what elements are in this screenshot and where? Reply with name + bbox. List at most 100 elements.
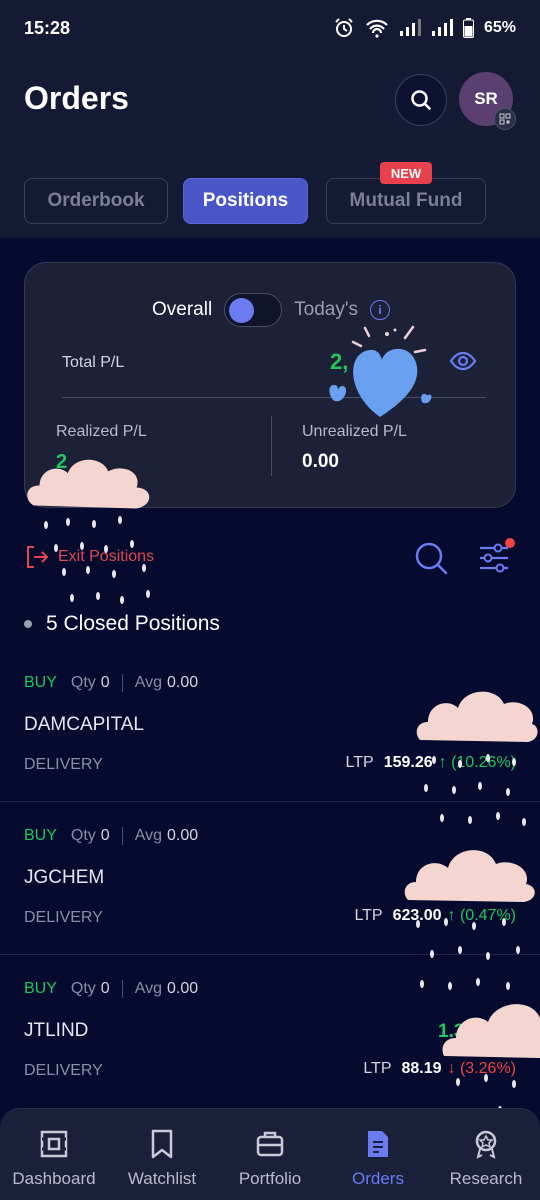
qty-label: Qty bbox=[70, 827, 96, 844]
ltp-change: ↑ (0.47%) bbox=[447, 907, 516, 924]
nav-research[interactable]: Research bbox=[432, 1109, 540, 1200]
tab-positions[interactable]: Positions bbox=[183, 178, 308, 224]
total-pl-label: Total P/L bbox=[62, 354, 125, 371]
search-icon bbox=[411, 90, 431, 110]
position-product: DELIVERY bbox=[24, 909, 103, 926]
exit-positions-button[interactable]: Exit Positions bbox=[24, 544, 154, 570]
avg-value: 0.00 bbox=[166, 980, 199, 997]
position-symbol: DAMCAPITAL bbox=[24, 714, 145, 735]
position-product: DELIVERY bbox=[24, 1062, 103, 1079]
document-icon bbox=[368, 1131, 388, 1157]
award-icon bbox=[475, 1130, 497, 1159]
nav-label: Watchlist bbox=[127, 1169, 197, 1188]
tab-bar: Orderbook Positions Mutual Fund NEW bbox=[24, 162, 516, 224]
avg-label: Avg bbox=[134, 980, 162, 997]
position-row[interactable]: BUY Qty 0 Avg 0.00 JGCHEM DELIVERY LTP 6… bbox=[0, 803, 540, 955]
eye-icon[interactable] bbox=[449, 351, 477, 371]
ltp-label: LTP bbox=[363, 1060, 392, 1077]
nav-orders[interactable]: Orders bbox=[324, 1109, 432, 1200]
unrealized-pl-label: Unrealized P/L bbox=[302, 423, 407, 440]
bullet-dot bbox=[24, 620, 32, 628]
ltp-change: ↓ (3.26%) bbox=[447, 1060, 516, 1077]
page-title: Orders bbox=[24, 80, 129, 116]
toggle-today-label: Today's bbox=[294, 299, 358, 320]
wifi-icon bbox=[366, 19, 388, 38]
avg-label: Avg bbox=[134, 674, 162, 691]
realized-pl-label: Realized P/L bbox=[56, 423, 147, 440]
overall-today-toggle[interactable] bbox=[224, 293, 283, 327]
info-icon[interactable]: i bbox=[370, 300, 390, 320]
position-side: BUY bbox=[24, 674, 57, 691]
nav-portfolio[interactable]: Portfolio bbox=[216, 1109, 324, 1200]
position-symbol: JTLIND bbox=[24, 1020, 89, 1041]
dashboard-icon bbox=[40, 1130, 68, 1158]
meta-separator bbox=[121, 827, 123, 845]
tab-orderbook[interactable]: Orderbook bbox=[24, 178, 168, 224]
total-pl-value: 2, bbox=[330, 349, 349, 374]
ltp-value: 623.00 bbox=[392, 907, 442, 924]
battery-icon bbox=[462, 18, 474, 38]
nav-label: Research bbox=[449, 1169, 523, 1188]
filter-active-dot bbox=[505, 538, 515, 548]
qty-value: 0 bbox=[100, 827, 110, 844]
search-icon[interactable] bbox=[413, 540, 449, 576]
position-side: BUY bbox=[24, 980, 57, 997]
signal-icon bbox=[399, 19, 421, 36]
meta-separator bbox=[121, 980, 123, 998]
avg-value: 0.00 bbox=[166, 674, 199, 691]
pl-summary-card: Overall Today's i Total P/L 2, Realized … bbox=[24, 262, 516, 508]
position-symbol: JGCHEM bbox=[24, 867, 105, 888]
position-product: DELIVERY bbox=[24, 756, 103, 773]
qr-icon bbox=[499, 113, 511, 125]
closed-positions-label: 5 Closed Positions bbox=[46, 612, 220, 635]
search-button[interactable] bbox=[395, 74, 447, 126]
qty-value: 0 bbox=[100, 980, 110, 997]
nav-label: Orders bbox=[352, 1169, 404, 1188]
meta-separator bbox=[121, 674, 123, 692]
new-badge: NEW bbox=[380, 162, 432, 184]
status-bar: 15:28 65% bbox=[0, 0, 540, 56]
closed-positions-header[interactable]: 5 Closed Positions bbox=[24, 612, 220, 636]
nav-watchlist[interactable]: Watchlist bbox=[108, 1109, 216, 1200]
qty-label: Qty bbox=[70, 980, 96, 997]
card-divider bbox=[62, 397, 486, 398]
position-meta: BUY Qty 0 Avg 0.00 bbox=[24, 674, 198, 692]
ltp-value: 88.19 bbox=[401, 1060, 442, 1077]
nav-label: Dashboard bbox=[12, 1169, 96, 1188]
nav-label: Portfolio bbox=[238, 1169, 302, 1188]
position-side: BUY bbox=[24, 827, 57, 844]
briefcase-icon bbox=[256, 1131, 284, 1157]
nav-dashboard[interactable]: Dashboard bbox=[0, 1109, 108, 1200]
status-time: 15:28 bbox=[24, 17, 71, 38]
header: Orders SR Orderbook Positions Mutual Fun… bbox=[0, 56, 540, 238]
realized-pl-value: 2 bbox=[56, 451, 68, 473]
position-ltp: LTP 623.00 ↑ (0.47%) bbox=[354, 907, 516, 925]
ltp-value: 159.26 bbox=[383, 754, 433, 771]
unrealized-pl-value: 0.00 bbox=[302, 451, 339, 472]
position-ltp: LTP 159.26 ↑ (10.26%) bbox=[346, 754, 516, 772]
qty-label: Qty bbox=[70, 674, 96, 691]
position-row[interactable]: BUY Qty 0 Avg 0.00 DAMCAPITAL DELIVERY L… bbox=[0, 650, 540, 802]
position-pl-value: 1.3 bbox=[438, 1021, 465, 1042]
alarm-icon bbox=[335, 18, 353, 37]
position-meta: BUY Qty 0 Avg 0.00 bbox=[24, 980, 198, 998]
qty-value: 0 bbox=[100, 674, 110, 691]
bottom-nav: Dashboard Watchlist Portfolio Orders Res… bbox=[0, 1108, 540, 1200]
avg-value: 0.00 bbox=[166, 827, 199, 844]
card-vertical-divider bbox=[271, 416, 272, 476]
position-meta: BUY Qty 0 Avg 0.00 bbox=[24, 827, 198, 845]
tab-mutual-fund[interactable]: Mutual Fund bbox=[326, 178, 486, 224]
ltp-label: LTP bbox=[345, 754, 374, 771]
toggle-overall-label: Overall bbox=[151, 299, 213, 320]
exit-icon bbox=[27, 546, 49, 568]
position-ltp: LTP 88.19 ↓ (3.26%) bbox=[363, 1060, 516, 1078]
qr-badge[interactable] bbox=[494, 108, 516, 130]
ltp-change: ↑ (10.26%) bbox=[438, 754, 516, 771]
bookmark-icon bbox=[151, 1129, 173, 1159]
status-icons: 65% bbox=[333, 17, 516, 39]
exit-positions-label: Exit Positions bbox=[58, 548, 155, 565]
signal-icon bbox=[431, 19, 453, 36]
battery-percent: 65% bbox=[483, 19, 516, 36]
avg-label: Avg bbox=[134, 827, 162, 844]
ltp-label: LTP bbox=[354, 907, 383, 924]
